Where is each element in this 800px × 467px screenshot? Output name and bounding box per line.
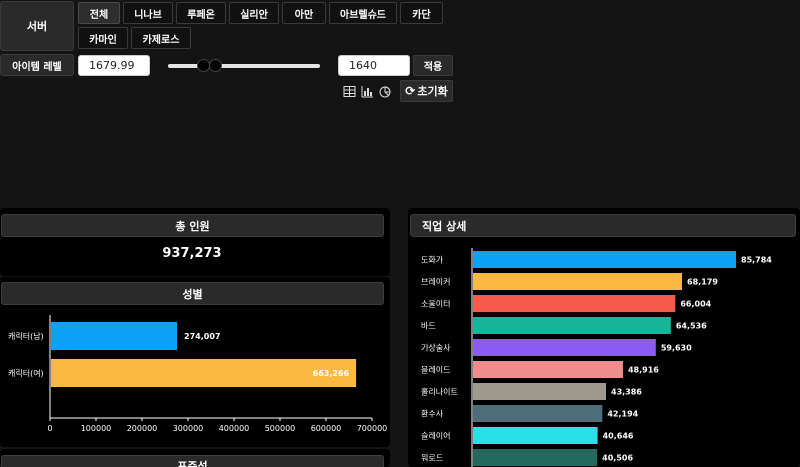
item-level-min-input[interactable] xyxy=(338,55,410,76)
class-category-label: 슬레이어 xyxy=(421,431,450,441)
class-category-label: 바드 xyxy=(421,321,436,331)
class-category-label: 환수사 xyxy=(421,409,444,419)
class-category-label: 도화가 xyxy=(421,256,444,265)
class-bar[interactable] xyxy=(473,317,671,334)
server-option-all[interactable]: 전체 xyxy=(78,2,120,24)
gender-x-tick-label: 700000 xyxy=(357,424,388,433)
class-value-label: 40,506 xyxy=(602,454,633,463)
reset-button[interactable]: ⟳ 초기화 xyxy=(400,80,453,102)
gender-bar[interactable] xyxy=(51,359,357,387)
class-value-label: 59,630 xyxy=(661,344,692,353)
gender-bar-chart: 캐릭터(남) 274,007 캐릭터(여) 663,266 0 100000 200000 3… xyxy=(8,315,388,433)
server-option-kadan[interactable]: 카단 xyxy=(400,2,443,24)
class-bar[interactable] xyxy=(473,251,736,268)
class-category-label: 브레이커 xyxy=(421,277,450,287)
bar-chart-icon[interactable] xyxy=(361,85,374,98)
gender-x-tick-label: 500000 xyxy=(265,424,296,433)
apply-button[interactable]: 적용 xyxy=(413,55,453,76)
total-title: 총 인원 xyxy=(175,219,210,233)
class-bar[interactable] xyxy=(473,273,683,290)
gender-title: 성별 xyxy=(182,287,203,301)
pie-chart-icon[interactable] xyxy=(379,85,392,98)
server-option-ninav[interactable]: 니나브 xyxy=(123,2,173,24)
dashboard: 서버 전체 니나브 루페온 실리안 아만 아브렐슈드 카단 카마인 카제로스 아… xyxy=(0,0,800,467)
gender-x-tick-label: 300000 xyxy=(173,424,204,433)
gender-category-label: 캐릭터(남) xyxy=(8,331,44,341)
item-level-slider[interactable] xyxy=(168,64,320,68)
server-option-abrelshud[interactable]: 아브렐슈드 xyxy=(329,2,397,24)
total-value: 937,273 xyxy=(162,246,222,261)
class-value-label: 64,536 xyxy=(676,322,707,331)
gender-category-label: 캐릭터(여) xyxy=(8,368,44,378)
total-panel-header: 총 인원 xyxy=(1,214,384,237)
class-value-label: 40,646 xyxy=(603,432,634,441)
server-label: 서버 xyxy=(0,1,74,51)
gender-x-tick-label: 100000 xyxy=(81,424,112,433)
standard-title: 표준석 xyxy=(177,460,208,467)
item-level-label: 아이템 레벨 xyxy=(0,54,74,76)
class-category-label: 블레이드 xyxy=(421,365,450,375)
class-value-label: 68,179 xyxy=(687,278,718,287)
total-panel: 총 인원 937,273 xyxy=(0,208,390,276)
refresh-icon: ⟳ xyxy=(405,84,416,98)
standard-panel: 표준석 xyxy=(0,449,390,467)
class-bar[interactable] xyxy=(473,295,676,312)
class-bar[interactable] xyxy=(473,427,598,444)
class-bar[interactable] xyxy=(473,339,656,356)
gender-panel-header: 성별 xyxy=(1,282,384,305)
class-value-label: 48,916 xyxy=(628,366,659,375)
server-option-kamine[interactable]: 카마인 xyxy=(78,27,128,49)
server-option-rufeon[interactable]: 루페온 xyxy=(176,2,226,24)
class-category-label: 홀리나이트 xyxy=(421,387,458,397)
class-bar[interactable] xyxy=(473,405,603,422)
slider-handle-high[interactable] xyxy=(209,59,222,72)
class-value-label: 66,004 xyxy=(680,300,711,309)
class-category-label: 기상술사 xyxy=(421,343,451,353)
class-category-label: 워로드 xyxy=(421,454,443,463)
class-category-label: 소울이터 xyxy=(421,299,450,309)
class-detail-panel-header: 직업 상세 xyxy=(410,214,796,237)
gender-x-tick-label: 200000 xyxy=(127,424,158,433)
server-option-kazeroth[interactable]: 카제로스 xyxy=(131,27,191,49)
class-detail-title: 직업 상세 xyxy=(422,219,467,233)
gender-bar[interactable] xyxy=(51,322,178,350)
table-icon[interactable] xyxy=(343,85,356,98)
class-bar[interactable] xyxy=(473,361,623,378)
class-detail-panel: 직업 상세 도화가 85,784 브레이커 68,179 소울이터 66,004 바드 64,… xyxy=(408,208,800,467)
gender-panel: 성별 캐릭터(남) 274,007 캐릭터(여) 663,266 0 100000 2000… xyxy=(0,277,390,447)
class-bar[interactable] xyxy=(473,383,607,400)
class-value-label: 43,386 xyxy=(611,388,642,397)
class-bar[interactable] xyxy=(473,449,598,466)
class-value-label: 42,194 xyxy=(607,410,638,419)
reset-label: 초기화 xyxy=(417,85,448,98)
class-bar-chart: 도화가 85,784 브레이커 68,179 소울이터 66,004 바드 64,536 기상술… xyxy=(421,248,772,467)
gender-x-tick-label: 600000 xyxy=(311,424,342,433)
standard-panel-header: 표준석 xyxy=(1,455,384,467)
class-value-label: 85,784 xyxy=(741,256,772,265)
gender-value-label: 274,007 xyxy=(184,332,220,341)
gender-x-tick-label: 400000 xyxy=(219,424,250,433)
gender-value-label: 663,266 xyxy=(313,369,350,378)
server-option-silian[interactable]: 실리안 xyxy=(229,2,279,24)
server-option-aman[interactable]: 아만 xyxy=(282,2,326,24)
item-level-max-input[interactable] xyxy=(78,55,150,76)
gender-x-tick-label: 0 xyxy=(47,424,52,433)
